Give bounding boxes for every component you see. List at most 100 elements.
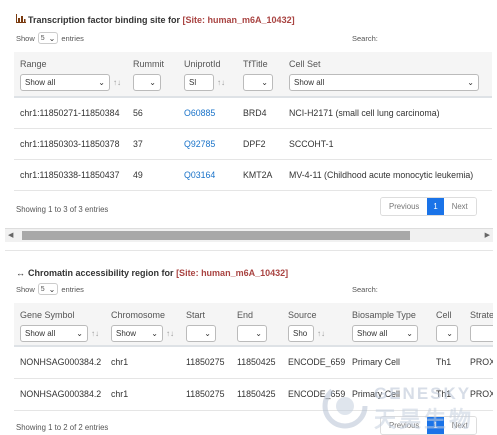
rummit-filter-select[interactable]: ⌄ [133, 74, 161, 91]
column-header-uniprotid[interactable]: UniprotId Sl ↑↓ [178, 52, 237, 98]
tfbs-site-label: [Site: human_m6A_10432] [182, 15, 295, 25]
car-entries-label: entries [61, 284, 84, 294]
table-row: NONHSAG000384.2 chr1 11850275 11850425 E… [14, 378, 493, 411]
tfbs-table-info: Showing 1 to 3 of 3 entries [16, 205, 109, 214]
chevron-down-icon: ⌄ [406, 329, 413, 338]
car-table-container: Gene Symbol Show all ⌄ ↑↓ Chromosome Show ⌄… [14, 303, 493, 414]
column-header-gene-symbol[interactable]: Gene Symbol Show all ⌄ ↑↓ [14, 303, 105, 347]
chevron-down-icon: ⌄ [467, 78, 474, 87]
tftitle-cell: DPF2 [237, 128, 283, 160]
tfbs-pagination: Previous 1 Next [380, 197, 477, 216]
tftitle-filter-select[interactable]: ⌄ [243, 74, 273, 91]
chromosome-cell: chr1 [105, 346, 180, 379]
start-filter-select[interactable]: ⌄ [186, 325, 216, 342]
tfbs-table: Range Show all ⌄ ↑↓ Rummit ⌄ UniprotId Sl ↑… [14, 52, 492, 191]
column-header-strate[interactable]: Strate [464, 303, 493, 347]
page-1-button[interactable]: 1 [427, 198, 444, 215]
car-table: Gene Symbol Show all ⌄ ↑↓ Chromosome Show ⌄… [14, 303, 493, 411]
sort-icon[interactable]: ↑↓ [317, 329, 325, 338]
gene-symbol-filter-select[interactable]: Show all ⌄ [20, 325, 88, 342]
strate-cell: PROX [464, 346, 493, 379]
bar-chart-icon [16, 14, 26, 25]
cell-set-cell: SCCOHT-1 [283, 128, 492, 160]
column-header-chromosome[interactable]: Chromosome Show ⌄ ↑↓ [105, 303, 180, 347]
previous-page-button[interactable]: Previous [381, 417, 428, 434]
biosample-type-cell: Primary Cell [346, 346, 430, 379]
uniprotid-filter-select[interactable]: Sl [184, 74, 214, 91]
tfbs-horizontal-scrollbar[interactable]: ◀ ▶ [5, 228, 493, 242]
column-header-end[interactable]: End ⌄ [231, 303, 282, 347]
column-header-source[interactable]: Source Sho ↑↓ [282, 303, 346, 347]
tfbs-search-label: Search: [352, 34, 378, 43]
chromosome-cell: chr1 [105, 378, 180, 411]
scroll-left-icon[interactable]: ◀ [8, 231, 13, 239]
column-header-start[interactable]: Start ⌄ [180, 303, 231, 347]
uniprotid-link[interactable]: O60885 [178, 97, 237, 129]
cell-set-cell: MV-4-11 (Childhood acute monocytic leuke… [283, 159, 492, 191]
rummit-cell: 56 [127, 97, 178, 129]
tfbs-length-select[interactable]: 5 ⌄ [37, 32, 59, 44]
range-cell: chr1:11850271-11850384 [14, 97, 127, 129]
rummit-cell: 37 [127, 128, 178, 160]
column-header-cell-set[interactable]: Cell Set Show all ⌄ [283, 52, 492, 98]
chevron-down-icon: ⌄ [255, 329, 262, 338]
gene-symbol-cell: NONHSAG000384.2 [14, 346, 105, 379]
column-header-cell[interactable]: Cell ⌄ [430, 303, 464, 347]
sort-icon[interactable]: ↑↓ [91, 329, 99, 338]
left-right-arrow-icon: ↔ [16, 268, 25, 278]
chevron-down-icon: ⌄ [48, 284, 56, 294]
chevron-down-icon: ⌄ [48, 33, 56, 43]
car-search-label: Search: [352, 285, 378, 294]
source-filter-select[interactable]: Sho [288, 325, 314, 342]
chevron-down-icon: ⌄ [446, 329, 453, 338]
cell-set-filter-select[interactable]: Show all ⌄ [289, 74, 479, 91]
previous-page-button[interactable]: Previous [381, 198, 428, 215]
start-cell: 11850275 [180, 378, 231, 411]
cell-cell: Th1 [430, 346, 464, 379]
sort-icon[interactable]: ↑↓ [113, 78, 121, 87]
cell-set-cell: NCI-H2171 (small cell lung carcinoma) [283, 97, 492, 129]
table-row: NONHSAG000384.2 chr1 11850275 11850425 E… [14, 346, 493, 379]
tfbs-show-label: Show [16, 33, 35, 43]
car-title-text: Chromatin accessibility region for [28, 268, 174, 278]
cell-filter-select[interactable]: ⌄ [436, 325, 458, 342]
chevron-down-icon: ⌄ [261, 78, 268, 87]
column-header-biosample-type[interactable]: Biosample Type Show all ⌄ [346, 303, 430, 347]
uniprotid-link[interactable]: Q92785 [178, 128, 237, 160]
scrollbar-thumb[interactable] [22, 231, 410, 240]
sort-icon[interactable]: ↑↓ [166, 329, 174, 338]
scroll-right-icon[interactable]: ▶ [485, 231, 490, 239]
uniprotid-link[interactable]: Q03164 [178, 159, 237, 191]
source-cell: ENCODE_659 [282, 378, 346, 411]
chromosome-filter-select[interactable]: Show ⌄ [111, 325, 163, 342]
table-row: chr1:11850338-11850437 49 Q03164 KMT2A M… [14, 159, 492, 191]
strate-cell: PROX [464, 378, 493, 411]
tfbs-length-control: Show 5 ⌄ entries [16, 32, 84, 44]
cell-cell: Th1 [430, 378, 464, 411]
tftitle-cell: KMT2A [237, 159, 283, 191]
car-table-info: Showing 1 to 2 of 2 entries [16, 423, 109, 432]
chevron-down-icon: ⌄ [149, 78, 156, 87]
chevron-down-icon: ⌄ [76, 329, 83, 338]
end-cell: 11850425 [231, 346, 282, 379]
end-filter-select[interactable]: ⌄ [237, 325, 267, 342]
next-page-button[interactable]: Next [443, 417, 476, 434]
car-length-select[interactable]: 5 ⌄ [37, 283, 59, 295]
tftitle-cell: BRD4 [237, 97, 283, 129]
biosample-type-filter-select[interactable]: Show all ⌄ [352, 325, 418, 342]
start-cell: 11850275 [180, 346, 231, 379]
strate-filter-select[interactable] [470, 325, 493, 342]
car-show-label: Show [16, 284, 35, 294]
tfbs-title-text: Transcription factor binding site for [28, 15, 181, 25]
column-header-range[interactable]: Range Show all ⌄ ↑↓ [14, 52, 127, 98]
column-header-rummit[interactable]: Rummit ⌄ [127, 52, 178, 98]
column-header-tftitle[interactable]: TfTitle ⌄ [237, 52, 283, 98]
section-divider [5, 250, 493, 251]
next-page-button[interactable]: Next [443, 198, 476, 215]
car-site-label: [Site: human_m6A_10432] [176, 268, 289, 278]
range-cell: chr1:11850338-11850437 [14, 159, 127, 191]
page-1-button[interactable]: 1 [427, 417, 444, 434]
sort-icon[interactable]: ↑↓ [217, 78, 225, 87]
range-filter-select[interactable]: Show all ⌄ [20, 74, 110, 91]
chevron-down-icon: ⌄ [151, 329, 158, 338]
